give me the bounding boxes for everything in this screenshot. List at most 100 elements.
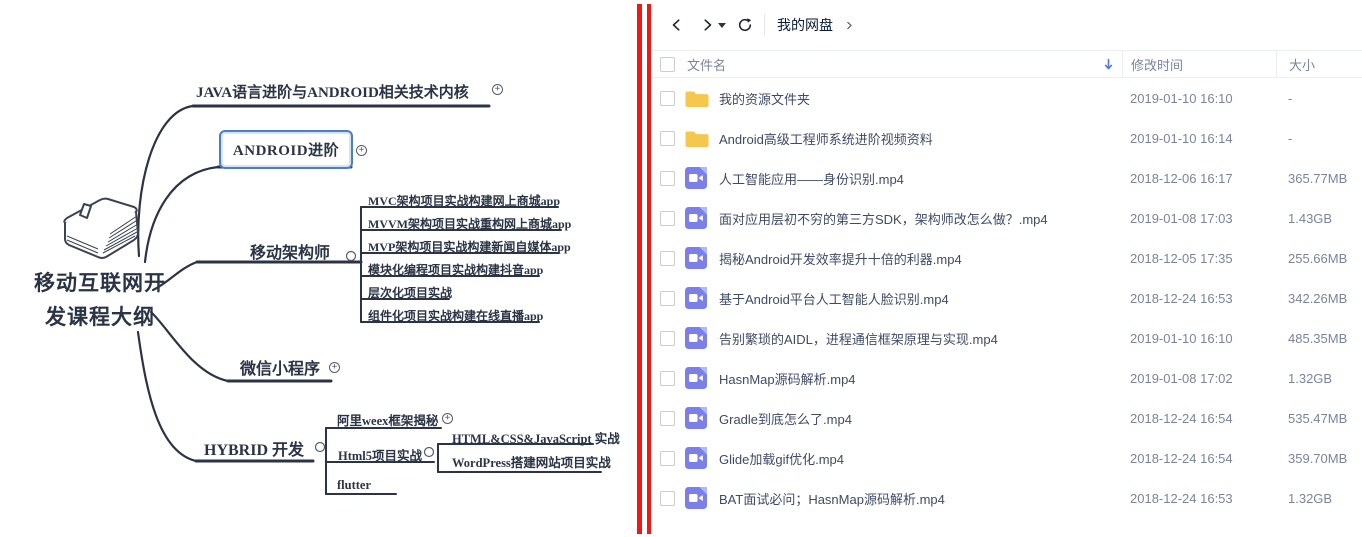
file-size: 1.32GB <box>1288 490 1333 506</box>
file-name[interactable]: 人工智能应用——身份识别.mp4 <box>719 169 904 188</box>
file-modified: 2018-12-24 16:53 <box>1130 290 1233 306</box>
expand-icon[interactable] <box>492 84 503 95</box>
file-name[interactable]: 基于Android平台人工智能人脸识别.mp4 <box>719 289 949 308</box>
node-architect-child: MVP架构项目实战构建新闻自媒体app <box>368 240 571 254</box>
file-name[interactable]: HasnMap源码解析.mp4 <box>719 369 856 388</box>
mindmap-root-node: 移动互联网开 发课程大纲 <box>8 266 192 334</box>
refresh-button[interactable] <box>734 14 756 36</box>
red-annotation-divider <box>637 4 651 534</box>
header-modified-column[interactable]: 修改时间 <box>1122 51 1276 77</box>
file-size: 485.35MB <box>1288 330 1348 346</box>
toolbar-divider <box>764 14 765 36</box>
collapse-icon[interactable] <box>314 441 326 453</box>
file-size: 1.32GB <box>1288 370 1333 386</box>
file-name[interactable]: 面对应用层初不穷的第三方SDK，架构师改怎么做？.mp4 <box>719 209 1048 228</box>
file-size: 342.26MB <box>1288 290 1348 306</box>
expand-icon[interactable] <box>356 145 367 156</box>
row-checkbox[interactable] <box>660 410 675 426</box>
file-size: - <box>1288 130 1293 146</box>
row-checkbox[interactable] <box>660 370 675 386</box>
sort-descending-icon[interactable] <box>1103 58 1114 71</box>
history-dropdown-caret-icon[interactable] <box>718 22 726 28</box>
forward-button[interactable] <box>696 14 718 36</box>
video-file-icon <box>685 287 709 309</box>
collapse-icon[interactable] <box>345 250 357 262</box>
node-architect: 移动架构师 <box>250 245 331 262</box>
file-name[interactable]: 我的资源文件夹 <box>719 89 810 108</box>
file-name[interactable]: BAT面试必问；HasnMap源码解析.mp4 <box>719 489 945 508</box>
file-row[interactable]: Android高级工程师系统进阶视频资料 2019-01-10 16:14 - <box>652 118 1362 158</box>
node-architect-child: 模块化编程项目实战构建抖音app <box>368 263 544 277</box>
row-checkbox[interactable] <box>660 330 675 346</box>
breadcrumb[interactable]: 我的网盘 <box>777 15 833 35</box>
video-file-icon <box>685 327 709 349</box>
video-file-icon <box>685 247 709 269</box>
file-size: 255.66MB <box>1288 250 1348 266</box>
collapse-icon[interactable] <box>423 446 435 458</box>
row-checkbox[interactable] <box>660 290 675 306</box>
list-header: 文件名 修改时间 大小 <box>652 50 1362 78</box>
file-row[interactable]: Gradle到底怎么了.mp4 2018-12-24 16:54 535.47M… <box>652 398 1362 438</box>
file-modified: 2018-12-06 16:17 <box>1130 170 1233 186</box>
file-name[interactable]: Android高级工程师系统进阶视频资料 <box>719 129 933 148</box>
file-row[interactable]: 我的资源文件夹 2019-01-10 16:10 - <box>652 78 1362 118</box>
video-file-icon <box>685 487 709 509</box>
file-name[interactable]: Glide加载gif优化.mp4 <box>719 449 844 468</box>
node-android-box: ANDROID进阶 <box>219 130 353 169</box>
file-size: 1.43GB <box>1288 210 1333 226</box>
header-size-label: 大小 <box>1289 57 1316 73</box>
refresh-icon <box>738 18 752 32</box>
file-modified: 2019-01-08 17:03 <box>1130 210 1233 226</box>
node-htmlcss: HTML&CSS&JavaScript 实战 <box>452 432 620 446</box>
file-name[interactable]: 告别繁琐的AIDL，进程通信框架原理与实现.mp4 <box>719 329 998 348</box>
file-row[interactable]: 揭秘Android开发效率提升十倍的利器.mp4 2018-12-05 17:3… <box>652 238 1362 278</box>
row-checkbox[interactable] <box>660 490 675 506</box>
node-weex: 阿里weex框架揭秘 <box>337 414 439 428</box>
node-hybrid: HYBRID 开发 <box>204 442 305 459</box>
video-file-icon <box>685 367 709 389</box>
back-button[interactable] <box>666 14 688 36</box>
file-row[interactable]: 人工智能应用——身份识别.mp4 2018-12-06 16:17 365.77… <box>652 158 1362 198</box>
select-all-checkbox[interactable] <box>660 56 675 72</box>
file-row[interactable]: 基于Android平台人工智能人脸识别.mp4 2018-12-24 16:53… <box>652 278 1362 318</box>
row-checkbox[interactable] <box>660 450 675 466</box>
root-title-line2: 发课程大纲 <box>45 305 155 329</box>
mindmap-panel: 移动互联网开 发课程大纲 JAVA语言进阶与ANDROID相关技术内核 ANDR… <box>0 0 640 537</box>
row-checkbox[interactable] <box>660 210 675 226</box>
row-checkbox[interactable] <box>660 250 675 266</box>
file-size: 535.47MB <box>1288 410 1348 426</box>
node-html5: Html5项目实战 <box>338 449 423 463</box>
video-file-icon <box>685 167 709 189</box>
node-android-label: ANDROID进阶 <box>232 143 340 159</box>
node-architect-child: MVC架构项目实战构建网上商城app <box>368 194 561 208</box>
file-modified: 2018-12-05 17:35 <box>1130 250 1233 266</box>
node-wordpress: WordPress搭建网站项目实战 <box>452 456 611 470</box>
node-architect-child: 层次化项目实战 <box>368 286 453 300</box>
file-row[interactable]: Glide加载gif优化.mp4 2018-12-24 16:54 359.70… <box>652 438 1362 478</box>
node-java: JAVA语言进阶与ANDROID相关技术内核 <box>196 85 469 101</box>
file-name[interactable]: Gradle到底怎么了.mp4 <box>719 409 852 428</box>
file-row[interactable]: 面对应用层初不穷的第三方SDK，架构师改怎么做？.mp4 2019-01-08 … <box>652 198 1362 238</box>
file-row[interactable]: 告别繁琐的AIDL，进程通信框架原理与实现.mp4 2019-01-10 16:… <box>652 318 1362 358</box>
file-row[interactable]: BAT面试必问；HasnMap源码解析.mp4 2018-12-24 16:53… <box>652 478 1362 518</box>
header-size-column[interactable]: 大小 <box>1276 51 1362 77</box>
file-modified: 2019-01-10 16:14 <box>1130 130 1233 146</box>
header-name-label[interactable]: 文件名 <box>687 55 726 74</box>
row-checkbox[interactable] <box>660 130 675 146</box>
root-title-line1: 移动互联网开 <box>34 271 166 295</box>
node-architect-child: MVVM架构项目实战重构网上商城app <box>368 217 572 231</box>
expand-icon[interactable] <box>329 362 340 373</box>
file-name[interactable]: 揭秘Android开发效率提升十倍的利器.mp4 <box>719 249 962 268</box>
expand-icon[interactable] <box>442 413 453 424</box>
row-checkbox[interactable] <box>660 170 675 186</box>
toolbar: 我的网盘 <box>652 0 1362 50</box>
video-file-icon <box>685 207 709 229</box>
file-row[interactable]: HasnMap源码解析.mp4 2019-01-08 17:02 1.32GB <box>652 358 1362 398</box>
file-list: 我的资源文件夹 2019-01-10 16:10 - Android高级工程师系… <box>652 78 1362 518</box>
node-wechat: 微信小程序 <box>240 361 321 378</box>
breadcrumb-arrow-icon <box>845 20 854 31</box>
file-modified: 2018-12-24 16:54 <box>1130 450 1233 466</box>
folder-icon <box>685 87 709 109</box>
row-checkbox[interactable] <box>660 90 675 106</box>
file-modified: 2019-01-10 16:10 <box>1130 330 1233 346</box>
